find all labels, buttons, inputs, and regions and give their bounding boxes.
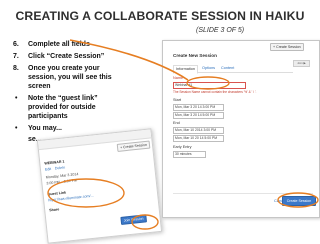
create-session-dialog: + Create Session Create New Session Join…: [162, 40, 320, 218]
step-item: 7. Click “Create Session”: [13, 52, 123, 61]
delete-link[interactable]: Delete: [55, 165, 66, 170]
end-time-input[interactable]: Mon, Mar 10 20 14 5:00 PM: [173, 135, 224, 142]
end-date-input[interactable]: Mon, Mar 10 2014 3:00 PM: [173, 127, 224, 134]
join-badge: Join ▶: [293, 60, 310, 67]
early-entry-select[interactable]: 30 minutes: [173, 151, 206, 158]
step-marker: 6.: [13, 41, 19, 48]
session-name: WEBINAR 1: [44, 159, 65, 166]
join-session-button[interactable]: Join Session: [120, 214, 147, 225]
create-session-top-button[interactable]: + Create Session: [270, 43, 304, 51]
name-validation-note: The Session Name cannot contain the char…: [173, 90, 257, 94]
step-text: Note the “guest link” provided for outsi…: [28, 95, 98, 120]
step-item: • Note the “guest link” provided for out…: [13, 94, 123, 121]
step-marker: 8.: [13, 65, 19, 72]
step-marker: •: [15, 95, 18, 102]
start-time-input[interactable]: Mon, Mar 3 20 14 5:00 PM: [173, 112, 224, 119]
start-label: Start: [173, 98, 182, 102]
step-item: • You may...: [13, 124, 123, 133]
start-date-input[interactable]: Mon, Mar 3 20 14 3:00 PM: [173, 104, 224, 111]
step-text: Once you create your session, you will s…: [28, 65, 112, 90]
slide-subtitle: (SLIDE 3 OF 5): [196, 27, 245, 34]
tab-information[interactable]: Information: [173, 65, 198, 74]
guest-link-label: Guest Link: [47, 190, 67, 197]
dialog-tabs: Information Options Content: [173, 64, 293, 74]
tab-options[interactable]: Options: [200, 65, 217, 72]
step-item: 6. Complete all fields: [13, 40, 123, 49]
step-text: Complete all fields: [28, 41, 90, 48]
step-text: You may...: [28, 125, 62, 132]
step-text: Click “Create Session”: [28, 53, 105, 60]
step-marker: •: [15, 125, 18, 132]
dialog-divider: [173, 193, 313, 194]
step-item: 8. Once you create your session, you wil…: [13, 64, 123, 91]
name-label: Name: [173, 76, 184, 80]
session-screen-screenshot: + Create Session WEBINAR 1 Edit Delete M…: [36, 128, 163, 244]
session-time: 3:00 PM – 5:00 PM: [46, 178, 78, 186]
tab-content[interactable]: Content: [219, 65, 236, 72]
slide-title: CREATING A COLLABORATE SESSION IN HAIKU: [15, 9, 305, 23]
edit-link[interactable]: Edit: [45, 167, 52, 172]
share-label: Share: [49, 207, 60, 213]
end-label: End: [173, 121, 180, 125]
early-entry-label: Early Entry: [173, 145, 192, 149]
create-session-button[interactable]: + Create Session: [116, 140, 151, 152]
dialog-header: Create New Session: [173, 53, 217, 58]
name-input[interactable]: Webinar #1: [173, 82, 246, 89]
steps-list: 6. Complete all fields 7. Click “Create …: [13, 40, 123, 147]
step-marker: 7.: [13, 53, 19, 60]
create-session-submit-button[interactable]: Create Session: [282, 196, 316, 206]
